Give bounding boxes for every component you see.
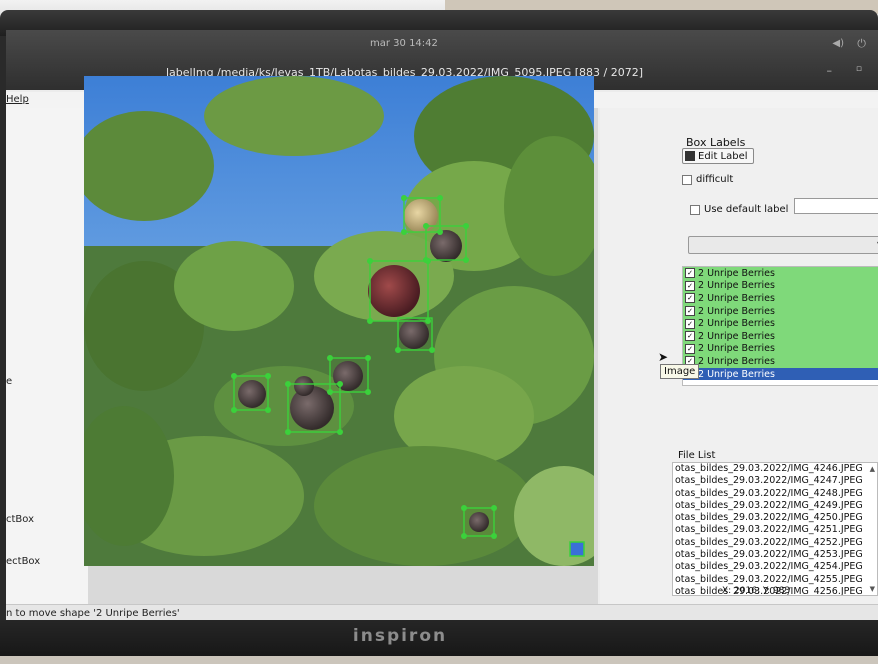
scroll-down-icon[interactable]: ▼ xyxy=(870,585,875,593)
toolbar-item-deletebox[interactable]: ectBox xyxy=(6,556,40,567)
label-checkbox[interactable]: ✓ xyxy=(685,318,695,329)
annotated-image[interactable] xyxy=(84,76,594,566)
label-list-item[interactable]: ✓2 Unripe Berries xyxy=(683,355,878,368)
label-checkbox[interactable]: ✓ xyxy=(685,331,695,342)
label-checkbox[interactable]: ✓ xyxy=(685,280,695,291)
label-list-item[interactable]: ✓2 Unripe Berries xyxy=(683,342,878,356)
default-label-input[interactable] xyxy=(794,198,878,214)
left-toolbar: e ctBox ectBox xyxy=(6,108,89,604)
label-combo[interactable]: ▼ xyxy=(688,236,878,254)
clock: mar 30 14:42 xyxy=(370,38,438,49)
minimize-button[interactable]: – xyxy=(827,64,833,77)
label-text: 2 Unripe Berries xyxy=(698,355,775,367)
mouse-cursor-icon: ➤ xyxy=(658,350,669,364)
label-list-item[interactable]: ✓2 Unripe Berries xyxy=(683,367,878,381)
selected-box[interactable] xyxy=(569,541,585,557)
label-list-item[interactable]: ✓2 Unripe Berries xyxy=(683,304,878,318)
file-list-item[interactable]: otas_bildes_29.03.2022/IMG_4247.JPEG xyxy=(673,475,877,487)
power-icon[interactable]: ⏻ xyxy=(857,37,866,51)
edit-icon xyxy=(685,151,695,161)
menu-help[interactable]: Help xyxy=(6,94,29,105)
file-list-item[interactable]: otas_bildes_29.03.2022/IMG_4249.JPEG xyxy=(673,500,877,512)
file-list-item[interactable]: otas_bildes_29.03.2022/IMG_4254.JPEG xyxy=(673,561,877,573)
label-text: 2 Unripe Berries xyxy=(698,368,775,380)
label-text: 2 Unripe Berries xyxy=(698,267,775,279)
label-text: 2 Unripe Berries xyxy=(698,280,775,292)
toolbar-item-partial[interactable]: e xyxy=(6,376,12,387)
label-list-item[interactable]: ✓2 Unripe Berries xyxy=(683,329,878,343)
scroll-up-icon[interactable]: ▲ xyxy=(870,465,875,473)
label-text: 2 Unripe Berries xyxy=(698,318,775,330)
desk-bottom xyxy=(0,656,878,664)
labels-list[interactable]: ✓ 2 Unripe Berries ✓ 2 Unripe Berries ✓ 2 Unr… xyxy=(682,266,878,386)
file-list-item[interactable]: otas_bildes_29.03.2022/IMG_4253.JPEG xyxy=(673,549,877,561)
file-list[interactable]: ▲ ▼ otas_bildes_29.03.2022/IMG_4246.JPEG… xyxy=(672,462,878,596)
status-text: n to move shape '2 Unripe Berries' xyxy=(6,608,180,619)
label-list-item[interactable]: ✓2 Unripe Berries xyxy=(683,279,878,293)
label-checkbox[interactable]: ✓ xyxy=(685,306,695,317)
file-list-title: File List xyxy=(678,450,716,461)
edit-label-text: Edit Label xyxy=(698,150,748,162)
use-default-label-checkbox[interactable] xyxy=(690,205,700,215)
laptop-brand: inspiron xyxy=(352,626,448,646)
use-default-label-text: Use default label xyxy=(704,204,789,215)
maximize-button[interactable]: ▫ xyxy=(856,64,862,74)
difficult-label: difficult xyxy=(696,174,734,185)
file-list-item[interactable]: otas_bildes_29.03.2022/IMG_4246.JPEG xyxy=(673,463,877,475)
label-list-item[interactable]: ✓2 Unripe Berries xyxy=(683,292,878,305)
file-list-item[interactable]: otas_bildes_29.03.2022/IMG_4248.JPEG xyxy=(673,488,877,500)
edit-label-button[interactable]: Edit Label xyxy=(682,148,754,164)
label-checkbox[interactable]: ✓ xyxy=(685,293,695,304)
label-text: 2 Unripe Berries xyxy=(698,292,775,304)
file-list-item[interactable]: otas_bildes_29.03.2022/IMG_4252.JPEG xyxy=(673,537,877,549)
file-list-item[interactable]: otas_bildes_29.03.2022/IMG_4255.JPEG xyxy=(673,574,877,586)
label-list-item[interactable]: ✓2 Unripe Berries xyxy=(683,317,878,330)
right-panel: Box Labels Edit Label difficult Use defa… xyxy=(600,108,878,604)
label-list-item[interactable]: ✓2 Unripe Berries xyxy=(683,267,878,280)
file-list-item[interactable]: otas_bildes_29.03.2022/IMG_4250.JPEG xyxy=(673,512,877,524)
label-checkbox[interactable]: ✓ xyxy=(685,343,695,354)
label-text: 2 Unripe Berries xyxy=(698,305,775,317)
difficult-checkbox[interactable] xyxy=(682,175,692,185)
label-checkbox[interactable]: ✓ xyxy=(685,268,695,279)
tooltip: Image xyxy=(660,364,700,379)
label-text: 2 Unripe Berries xyxy=(698,330,775,342)
file-list-item[interactable]: otas_bildes_29.03.2022/IMG_4251.JPEG xyxy=(673,524,877,536)
speaker-icon[interactable]: ◀) xyxy=(832,38,844,49)
toolbar-item-createbox[interactable]: ctBox xyxy=(6,514,34,525)
cursor-coordinates: X: 2016; Y: 983 xyxy=(722,586,791,596)
label-text: 2 Unripe Berries xyxy=(698,343,775,355)
